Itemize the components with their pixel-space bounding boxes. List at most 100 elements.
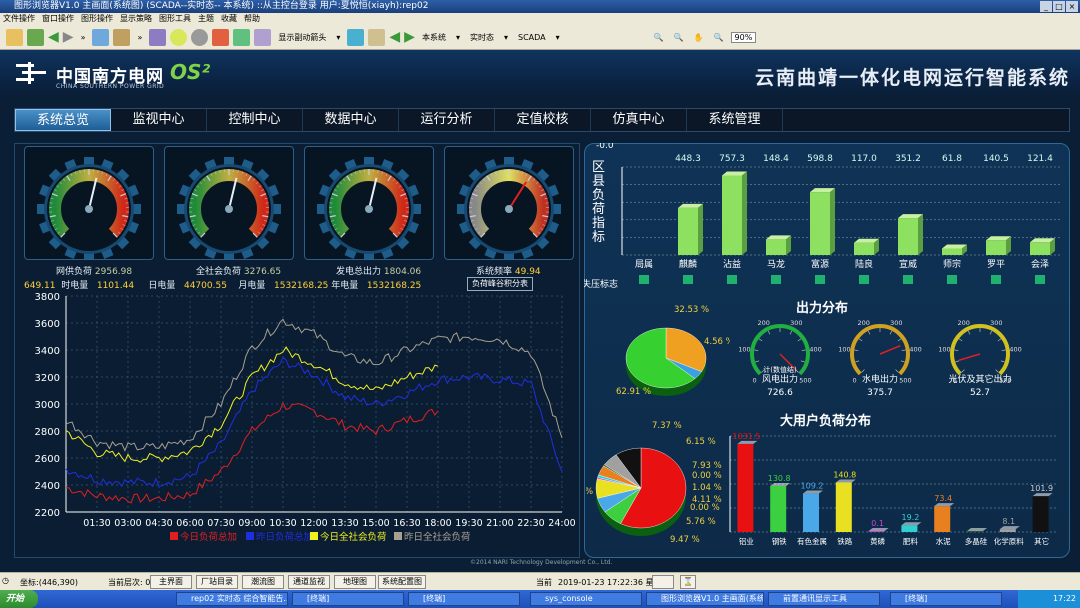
row-label: 失压标志 (584, 278, 618, 290)
zoom-field[interactable]: 90% (730, 31, 757, 43)
start-button[interactable]: 开始 (0, 590, 38, 608)
task-rep02[interactable]: rep02 实时态 综合智能告... (176, 592, 288, 606)
forward-arrow-icon[interactable]: ▶ (63, 29, 74, 45)
output-gauge-tick (901, 349, 906, 351)
gear-icon[interactable] (191, 28, 209, 46)
state-select[interactable]: 实时态 (467, 32, 497, 43)
pie-label: 9.47 % (670, 535, 700, 545)
display-mode-select[interactable]: 显示副动箭头 (275, 32, 329, 43)
search-icon[interactable]: 🔍 (711, 33, 727, 42)
flow-diagram-button[interactable]: 潮流图 (242, 575, 284, 589)
open-folder-icon[interactable] (6, 28, 23, 46)
menu-display[interactable]: 显示策略 (120, 13, 152, 25)
picture-icon[interactable] (113, 28, 131, 46)
tab-control[interactable]: 控制中心 (207, 109, 303, 131)
legend-swatch (394, 532, 402, 540)
y-tick-label: 3200 (35, 373, 60, 384)
main-nav: 系统总览 监视中心 控制中心 数据中心 运行分析 定值校核 仿真中心 系统管理 (14, 108, 1070, 132)
bar-category-label: 沾益 (723, 258, 741, 270)
window-title-bar: 图形浏览器V1.0 主画面(系统图) (SCADA--实时态-- 本系统) ::… (0, 0, 1080, 13)
x-tick-label: 19:30 (455, 518, 482, 529)
metric-frequency: 系统频率 49.94 (476, 264, 541, 277)
zoom-in-icon[interactable]: 🔍 (651, 33, 667, 42)
voltage-loss-flag (771, 275, 781, 284)
tab-analysis[interactable]: 运行分析 (399, 109, 495, 131)
menu-help[interactable]: 帮助 (244, 13, 260, 25)
tab-monitor[interactable]: 监视中心 (111, 109, 207, 131)
menu-window[interactable]: 窗口操作 (42, 13, 74, 25)
system-config-button[interactable]: 系统配置图 (378, 575, 426, 589)
bar-value-label: 448.3 (675, 154, 701, 164)
minimize-button[interactable]: _ (1040, 1, 1052, 12)
dropdown-arrow-icon[interactable]: ▾ (501, 33, 511, 42)
maximize-button[interactable]: □ (1053, 1, 1065, 12)
back-arrow-icon-2[interactable]: ◀ (389, 29, 400, 45)
task-comm-tool[interactable]: 前置通讯显示工具 (768, 592, 880, 606)
net-load-value: 2956.98 (94, 267, 133, 277)
system-select[interactable]: 本系统 (419, 32, 449, 43)
t-icon[interactable] (254, 28, 272, 46)
doc-icon[interactable] (368, 28, 386, 46)
bar (810, 192, 830, 255)
voltage-loss-flag (859, 275, 869, 284)
ylabel-char: 荷 (592, 202, 605, 217)
output-gauge-tick-label: 300 (790, 319, 802, 327)
hourglass-icon[interactable]: ⌛ (680, 575, 696, 589)
tab-data[interactable]: 数据中心 (303, 109, 399, 131)
tab-overview[interactable]: 系统总览 (15, 109, 111, 131)
output-gauge-tick (997, 338, 1002, 342)
task-graphics-browser[interactable]: 图形浏览器V1.0 主画面(系统... (646, 592, 764, 606)
image-icon[interactable] (92, 28, 110, 46)
x-tick-label: 15:00 (362, 518, 389, 529)
user-bar-top (803, 490, 823, 494)
forward-arrow-icon-2[interactable]: ▶ (404, 29, 415, 45)
menu-theme[interactable]: 主题 (198, 13, 214, 25)
more-icon-2[interactable]: » (134, 33, 145, 42)
bar-value-label: 121.4 (1027, 154, 1053, 164)
dropdown-arrow-icon[interactable]: ▾ (453, 33, 463, 42)
blank-button[interactable] (652, 575, 674, 589)
tab-simulation[interactable]: 仿真中心 (591, 109, 687, 131)
s-icon[interactable] (233, 28, 251, 46)
freq-value: 49.94 (514, 267, 541, 277)
output-gauge-tick (954, 349, 959, 351)
taskbar-clock: 17:22 (1018, 590, 1080, 608)
output-gauge-value: 726.6 (767, 388, 793, 398)
dropdown-arrow-icon[interactable]: ▾ (553, 33, 563, 42)
channel-monitor-button[interactable]: 通道监视 (288, 575, 330, 589)
menu-tools[interactable]: 图形工具 (159, 13, 191, 25)
main-screen-button[interactable]: 主界面 (150, 575, 192, 589)
close-button[interactable]: × (1066, 1, 1078, 12)
line-series-2 (65, 346, 439, 463)
output-gauge-tick-label: 400 (809, 345, 821, 353)
p-icon[interactable] (212, 28, 230, 46)
x-tick-label: 22:30 (517, 518, 544, 529)
more-icon[interactable]: » (78, 33, 89, 42)
tab-setting-check[interactable]: 定值校核 (495, 109, 591, 131)
freq-label: 系统频率 (476, 267, 513, 277)
refresh-icon[interactable] (170, 28, 188, 46)
geo-map-button[interactable]: 地理图 (334, 575, 376, 589)
menu-file[interactable]: 文件操作 (3, 13, 35, 25)
dropdown-arrow-icon[interactable]: ▾ (333, 33, 343, 42)
bar-value-label: 61.8 (942, 154, 962, 164)
task-sys-console[interactable]: sys_console (530, 592, 642, 606)
task-terminal-2[interactable]: [终端] (408, 592, 520, 606)
menu-graphic[interactable]: 图形操作 (81, 13, 113, 25)
window-title: 图形浏览器V1.0 主画面(系统图) (SCADA--实时态-- 本系统) ::… (14, 1, 429, 11)
user-bar-category-label: 有色金属 (797, 536, 827, 546)
tab-system-admin[interactable]: 系统管理 (687, 109, 783, 131)
sync-icon[interactable] (347, 28, 365, 46)
zoom-out-icon[interactable]: 🔍 (671, 33, 687, 42)
layer-icon[interactable] (149, 28, 167, 46)
back-arrow-icon[interactable]: ◀ (48, 29, 59, 45)
station-list-button[interactable]: 厂站目录 (196, 575, 238, 589)
hand-icon[interactable]: ✋ (691, 33, 707, 42)
ylabel-char: 县 (592, 174, 605, 189)
task-terminal[interactable]: [终端] (292, 592, 404, 606)
task-terminal-3[interactable]: [终端] (890, 592, 1002, 606)
menu-favorites[interactable]: 收藏 (221, 13, 237, 25)
app-select[interactable]: SCADA (515, 33, 549, 42)
y-tick-label: 3400 (35, 346, 60, 357)
export-icon[interactable] (27, 28, 44, 46)
